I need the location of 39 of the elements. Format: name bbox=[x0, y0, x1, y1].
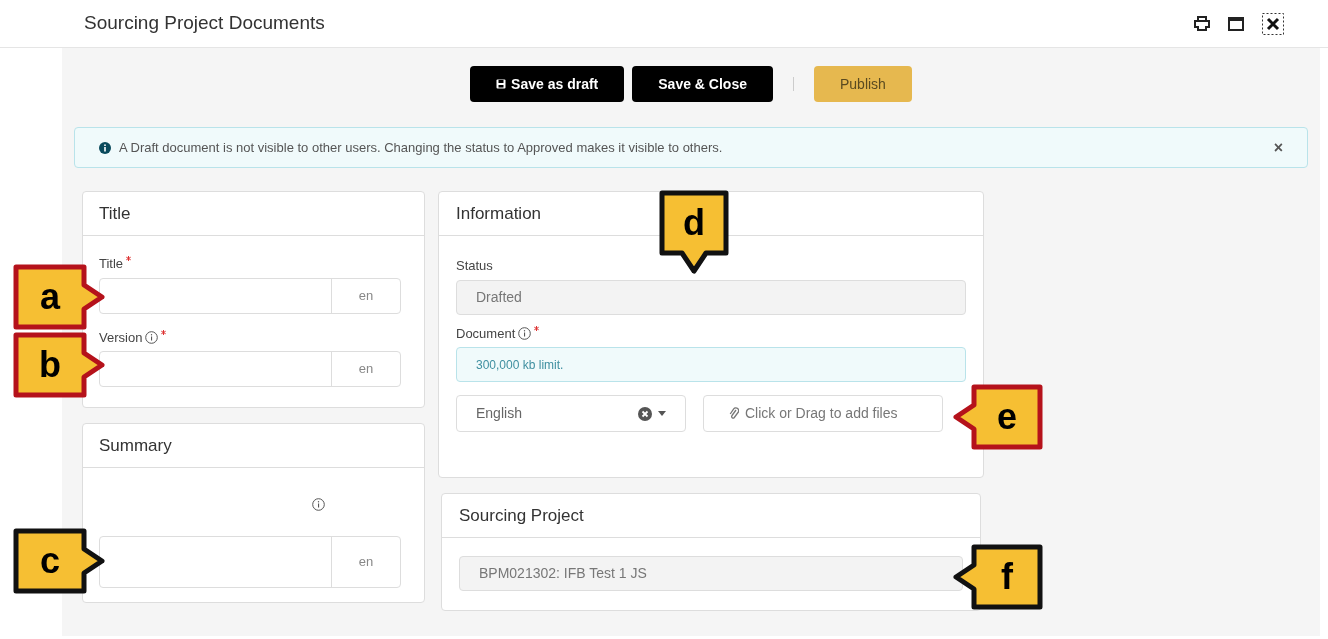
save-button[interactable]: Save & Close bbox=[632, 66, 773, 102]
language-suffix: en bbox=[331, 278, 400, 313]
save-button[interactable]: Save as draft bbox=[470, 66, 625, 102]
callout-letter: a bbox=[40, 279, 60, 315]
card-heading: Information bbox=[456, 202, 542, 225]
paperclip-icon bbox=[729, 407, 739, 420]
text-field[interactable]: en bbox=[99, 277, 401, 314]
close-icon[interactable] bbox=[1262, 12, 1284, 35]
callout-letter: c bbox=[40, 543, 60, 579]
info-message: A Draft document is not visible to other users. Changing the status to Approved makes it visible to others. bbox=[119, 138, 723, 157]
callout-letter: d bbox=[683, 205, 705, 241]
info-icon bbox=[99, 141, 111, 154]
sourcing-project-field: BPM021302: IFB Test 1 JS bbox=[459, 556, 963, 591]
print-icon[interactable] bbox=[1194, 16, 1210, 31]
card-heading: Sourcing Project bbox=[459, 504, 584, 527]
card-heading: Title bbox=[99, 202, 131, 225]
field-label: Title bbox=[99, 255, 124, 273]
close-button[interactable]: × bbox=[1273, 135, 1283, 160]
field-label: Version bbox=[99, 328, 143, 347]
field-label: Status bbox=[456, 257, 494, 275]
callout-letter: e bbox=[997, 399, 1017, 435]
caret-icon[interactable] bbox=[658, 411, 666, 416]
language-suffix: en bbox=[331, 537, 400, 587]
text-field[interactable]: en bbox=[99, 351, 401, 387]
card-heading: Summary bbox=[99, 434, 172, 457]
callout-letter: f bbox=[1001, 559, 1013, 595]
window-title: Sourcing Project Documents bbox=[84, 11, 325, 36]
field-label: Document bbox=[456, 324, 516, 343]
upload-hint-field: 300,000 kb limit. bbox=[456, 347, 966, 382]
file-drop-zone[interactable]: Click or Drag to add files bbox=[703, 395, 943, 432]
language-suffix: en bbox=[331, 352, 400, 386]
text-field[interactable]: en bbox=[99, 536, 401, 588]
save-icon bbox=[496, 79, 507, 89]
callout-letter: b bbox=[39, 347, 61, 383]
maximize-icon[interactable] bbox=[1228, 16, 1244, 31]
language-dropdown[interactable]: English bbox=[456, 395, 686, 432]
status-field: Drafted bbox=[456, 279, 966, 315]
clear-icon[interactable] bbox=[638, 406, 652, 421]
publish-button[interactable]: Publish bbox=[814, 66, 912, 102]
